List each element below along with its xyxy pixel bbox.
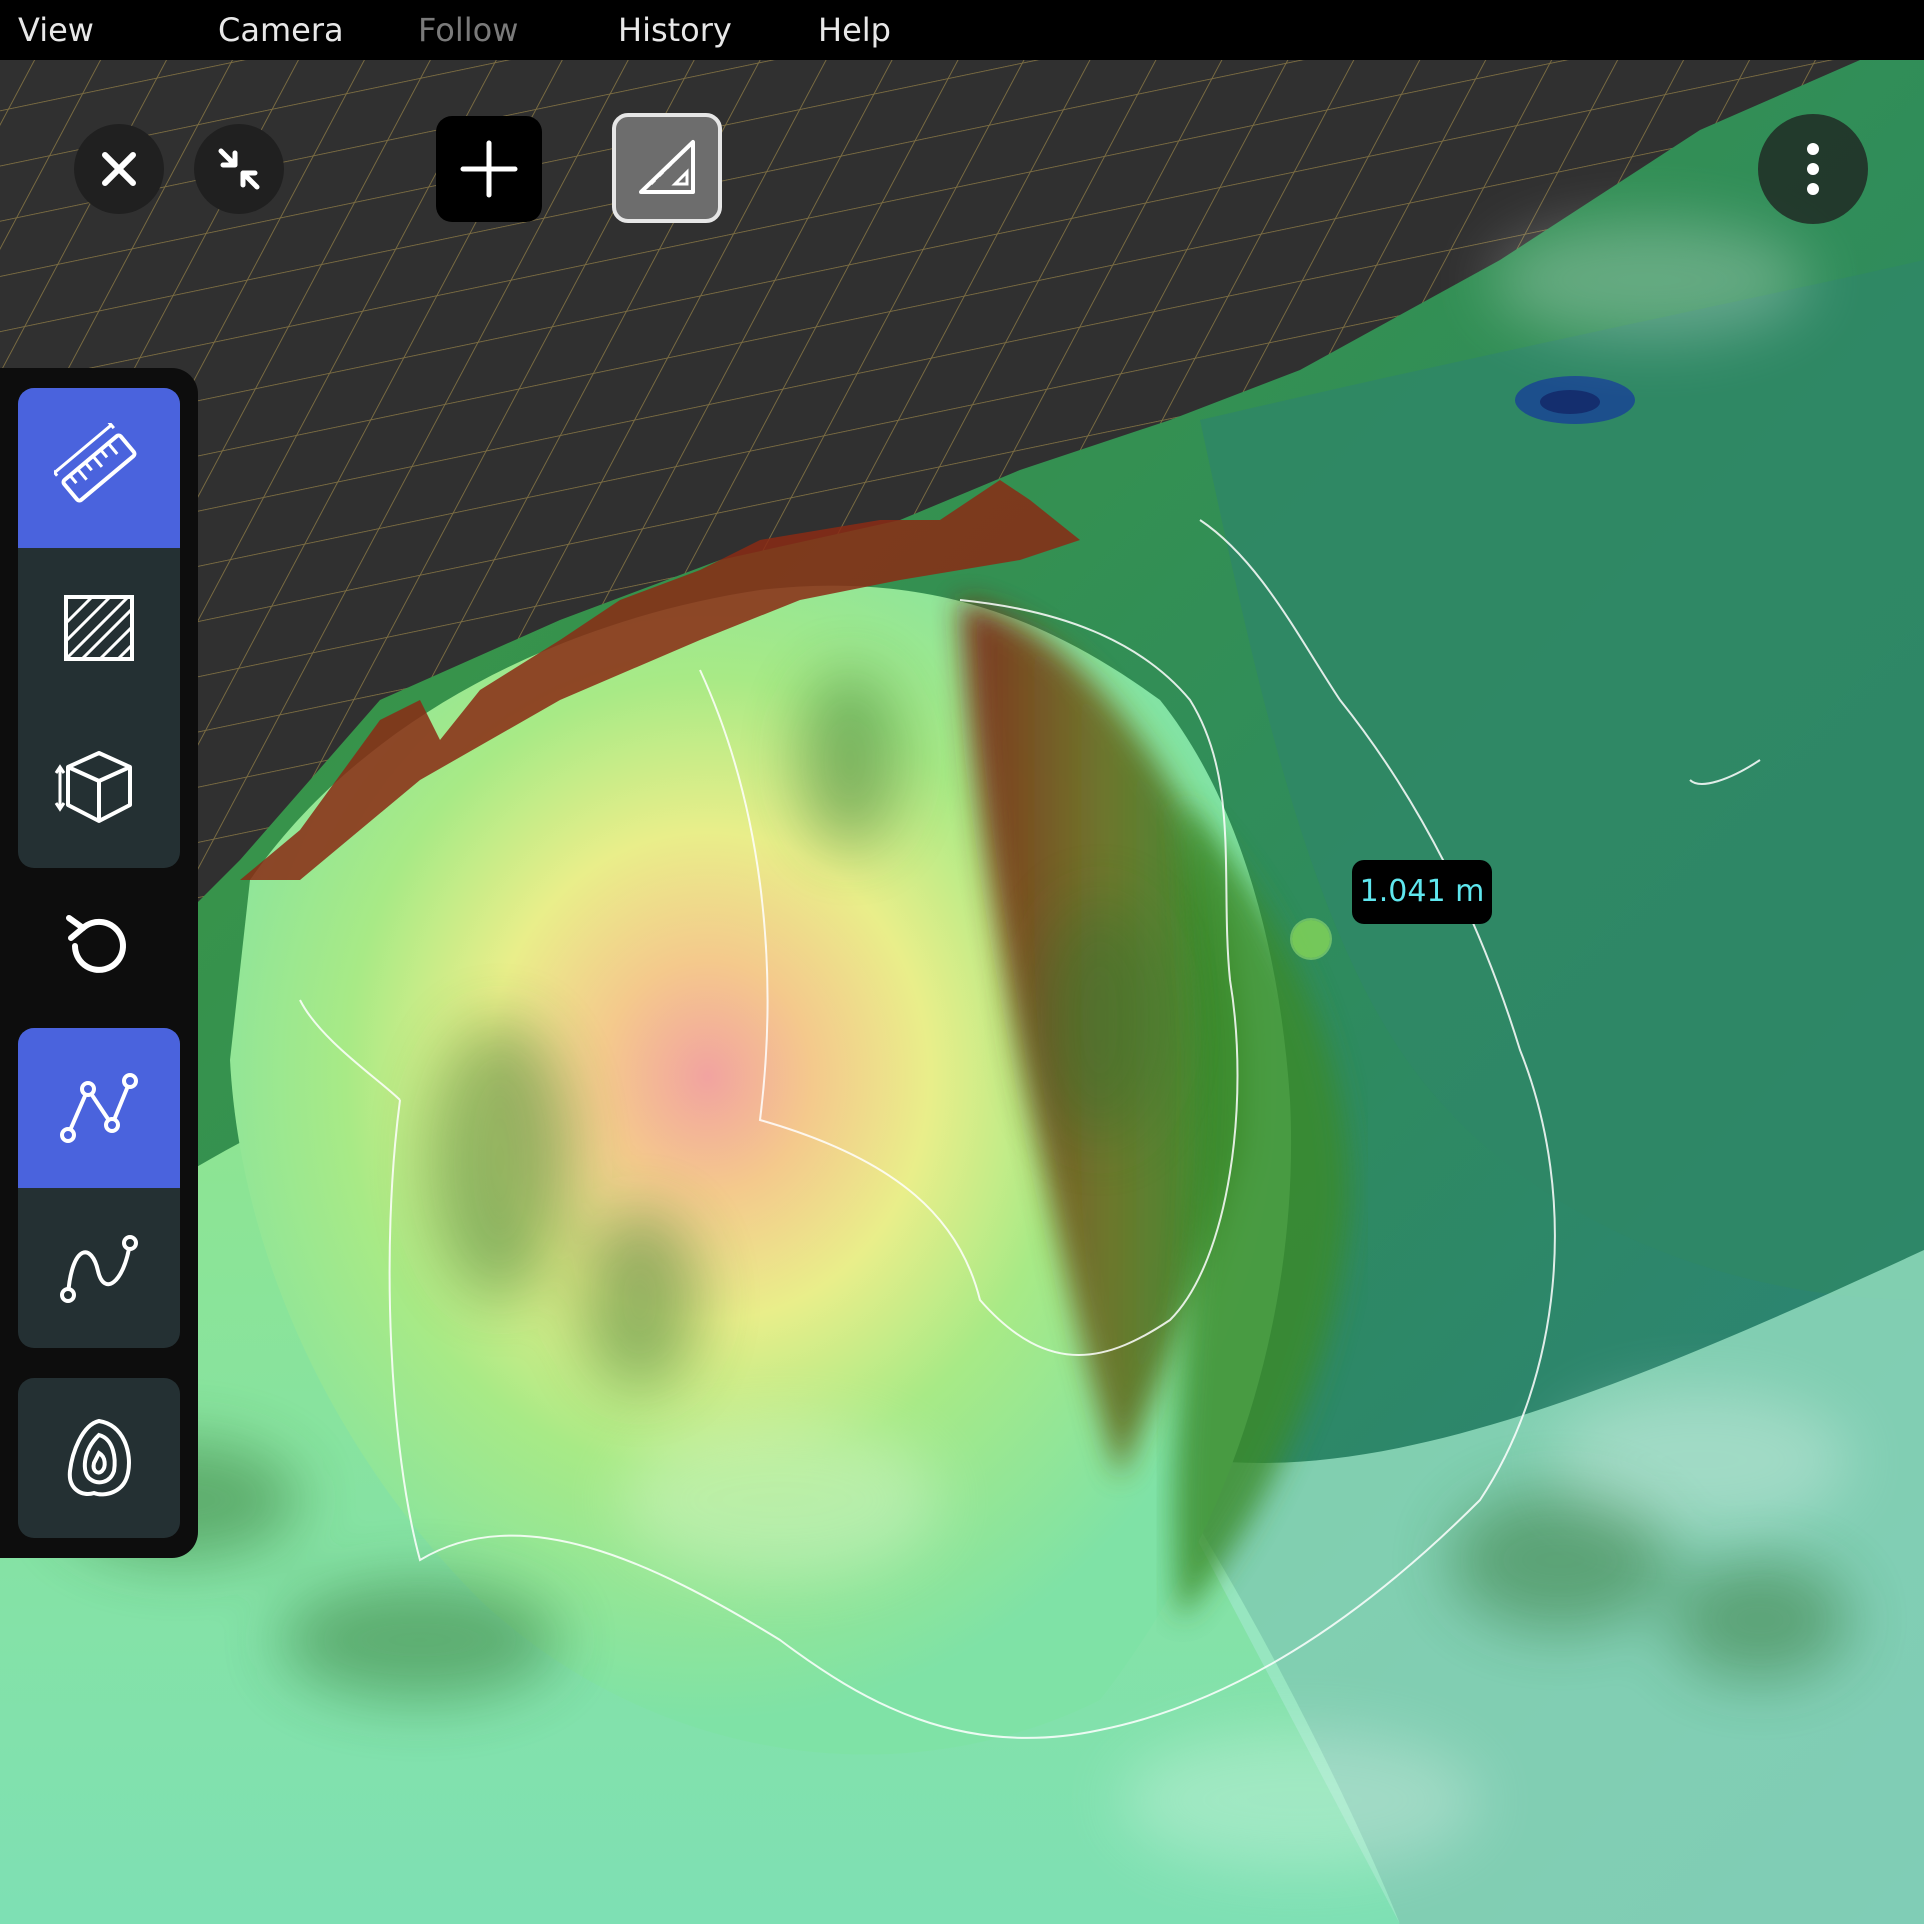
measurement-label: 1.041 m (1352, 860, 1492, 924)
rotate-ccw-icon (66, 915, 126, 973)
menu-view[interactable]: View (18, 0, 94, 60)
triangle-ruler-icon (639, 140, 695, 194)
polyline-tool-button[interactable] (18, 1028, 180, 1188)
curve-tool-button[interactable] (18, 1188, 180, 1348)
measurement-point-marker[interactable] (1292, 920, 1330, 958)
contour-tool-group (18, 1378, 180, 1538)
hatched-area-icon (64, 595, 134, 661)
area-tool-button[interactable] (18, 548, 180, 708)
contour-icon (67, 1418, 131, 1497)
path-tool-group (18, 1028, 180, 1348)
curve-icon (60, 1235, 138, 1303)
menu-history[interactable]: History (618, 0, 732, 60)
close-button[interactable] (74, 124, 164, 214)
measure-tool-group (18, 388, 180, 868)
terrain-3d-view[interactable] (0, 0, 1924, 1924)
menu-follow[interactable]: Follow (418, 0, 518, 60)
collapse-arrows-icon (218, 148, 260, 190)
menu-help[interactable]: Help (818, 0, 891, 60)
distance-tool-button[interactable] (18, 388, 180, 548)
more-options-button[interactable] (1758, 114, 1868, 224)
collapse-button[interactable] (194, 124, 284, 214)
volume-tool-button[interactable] (18, 708, 180, 868)
menu-bar: View Camera Follow History Help (0, 0, 1924, 60)
close-icon (102, 152, 136, 186)
add-button[interactable] (436, 116, 542, 222)
vertical-dots-icon (1807, 143, 1819, 195)
polyline-icon (60, 1073, 138, 1143)
reset-button[interactable] (18, 866, 180, 1026)
menu-camera[interactable]: Camera (218, 0, 344, 60)
tool-sidebar (0, 368, 198, 1558)
contour-tool-button[interactable] (18, 1378, 180, 1538)
measure-mode-button[interactable] (612, 113, 722, 223)
plus-icon (460, 140, 518, 198)
cube-icon (54, 751, 132, 823)
ruler-icon (54, 423, 137, 503)
